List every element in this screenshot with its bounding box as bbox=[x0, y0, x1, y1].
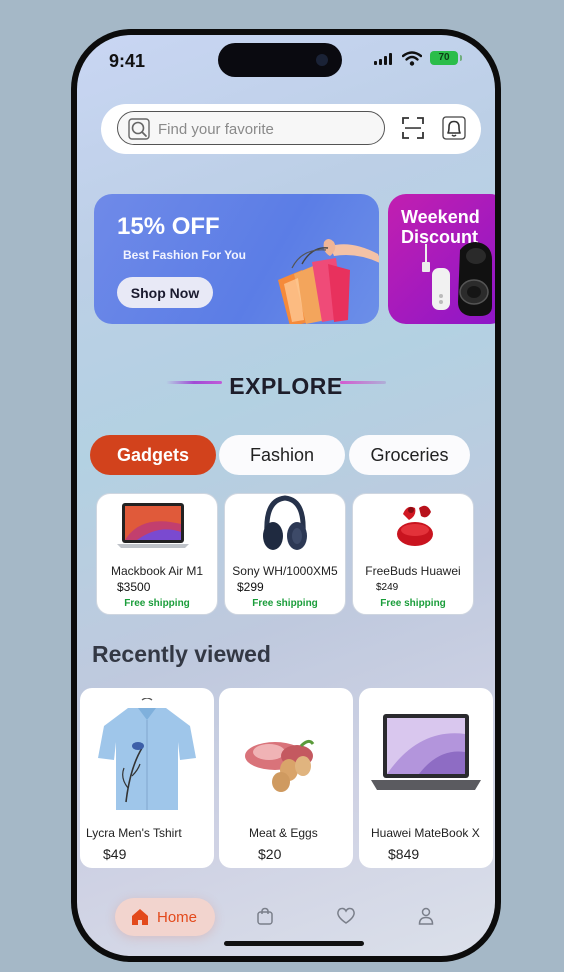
tab-fashion[interactable]: Fashion bbox=[219, 435, 345, 475]
search-bar bbox=[101, 104, 481, 154]
search-input[interactable] bbox=[158, 118, 368, 140]
app-screen: 9:41 70 Find your favorite 15% OFF Best … bbox=[77, 35, 495, 956]
recent-item-meat-eggs[interactable]: Meat & Eggs $20 bbox=[219, 688, 353, 868]
recent-item-shirt[interactable]: Lycra Men's Tshirt $49 bbox=[80, 688, 214, 868]
weekend-banner-title: Weekend Discount bbox=[401, 207, 480, 247]
recent-item-matebook[interactable]: Huawei MateBook X $849 bbox=[359, 688, 493, 868]
scan-icon[interactable] bbox=[402, 117, 424, 139]
phone-frame: 9:41 70 Find your favorite 15% OFF Best … bbox=[71, 29, 501, 962]
product-price: $299 bbox=[237, 580, 264, 594]
wifi-icon bbox=[402, 51, 422, 66]
explore-divider-right bbox=[340, 381, 386, 384]
nav-home[interactable]: Home bbox=[115, 898, 215, 936]
explore-heading: EXPLORE bbox=[77, 373, 495, 400]
recent-item-name: Lycra Men's Tshirt bbox=[86, 826, 182, 840]
recently-viewed-title: Recently viewed bbox=[92, 641, 271, 667]
home-indicator bbox=[224, 941, 364, 946]
banner-title: 15% OFF bbox=[117, 213, 220, 240]
free-shipping-label: Free shipping bbox=[124, 598, 190, 609]
tab-groceries[interactable]: Groceries bbox=[349, 435, 470, 475]
promo-banner-fashion[interactable]: 15% OFF Best Fashion For You Shop Now bbox=[94, 194, 379, 324]
bell-icon[interactable] bbox=[442, 116, 466, 140]
home-icon bbox=[132, 909, 148, 925]
bag-icon[interactable] bbox=[256, 907, 274, 925]
product-price: $3500 bbox=[117, 580, 151, 594]
shirt-image bbox=[98, 698, 196, 810]
product-name: Sony WH/1000XM5 bbox=[232, 564, 338, 578]
gadgets-image bbox=[422, 242, 492, 316]
shopping-bags-image bbox=[278, 239, 379, 324]
product-name: Mackbook Air M1 bbox=[110, 564, 204, 578]
banner-subtitle: Best Fashion For You bbox=[123, 248, 246, 262]
promo-banner-weekend[interactable]: Weekend Discount bbox=[388, 194, 495, 324]
search-field[interactable] bbox=[117, 111, 385, 145]
bottom-nav: Home bbox=[77, 883, 495, 949]
product-card-macbook[interactable]: Mackbook Air M1 $3500 Free shipping bbox=[96, 493, 218, 615]
product-name: FreeBuds Huawei bbox=[365, 564, 461, 578]
search-icon bbox=[128, 118, 150, 140]
laptop-image bbox=[117, 503, 189, 548]
signal-icon bbox=[374, 53, 394, 65]
heart-icon[interactable] bbox=[336, 907, 356, 925]
status-time: 9:41 bbox=[109, 51, 146, 71]
recent-item-price: $849 bbox=[388, 846, 420, 862]
meat-eggs-image bbox=[245, 739, 315, 792]
user-icon[interactable] bbox=[418, 907, 434, 925]
free-shipping-label: Free shipping bbox=[380, 598, 446, 609]
tab-gadgets[interactable]: Gadgets bbox=[90, 435, 216, 475]
recent-item-name: Huawei MateBook X bbox=[371, 826, 480, 840]
recent-item-price: $20 bbox=[258, 846, 282, 862]
product-price: $249 bbox=[376, 582, 399, 593]
product-card-freebuds[interactable]: FreeBuds Huawei $249 Free shipping bbox=[352, 493, 474, 615]
recent-item-price: $49 bbox=[103, 846, 127, 862]
explore-title: EXPLORE bbox=[229, 373, 343, 399]
shop-now-button[interactable]: Shop Now bbox=[117, 277, 213, 308]
free-shipping-label: Free shipping bbox=[252, 598, 318, 609]
product-card-sony[interactable]: Sony WH/1000XM5 $299 Free shipping bbox=[224, 493, 346, 615]
dynamic-island bbox=[218, 43, 342, 77]
recent-item-name: Meat & Eggs bbox=[249, 826, 318, 840]
earbuds-image bbox=[397, 505, 433, 546]
laptop-image bbox=[371, 714, 481, 790]
battery-icon: 70 bbox=[430, 51, 462, 65]
nav-home-label: Home bbox=[157, 909, 198, 926]
headphones-image bbox=[263, 495, 307, 550]
